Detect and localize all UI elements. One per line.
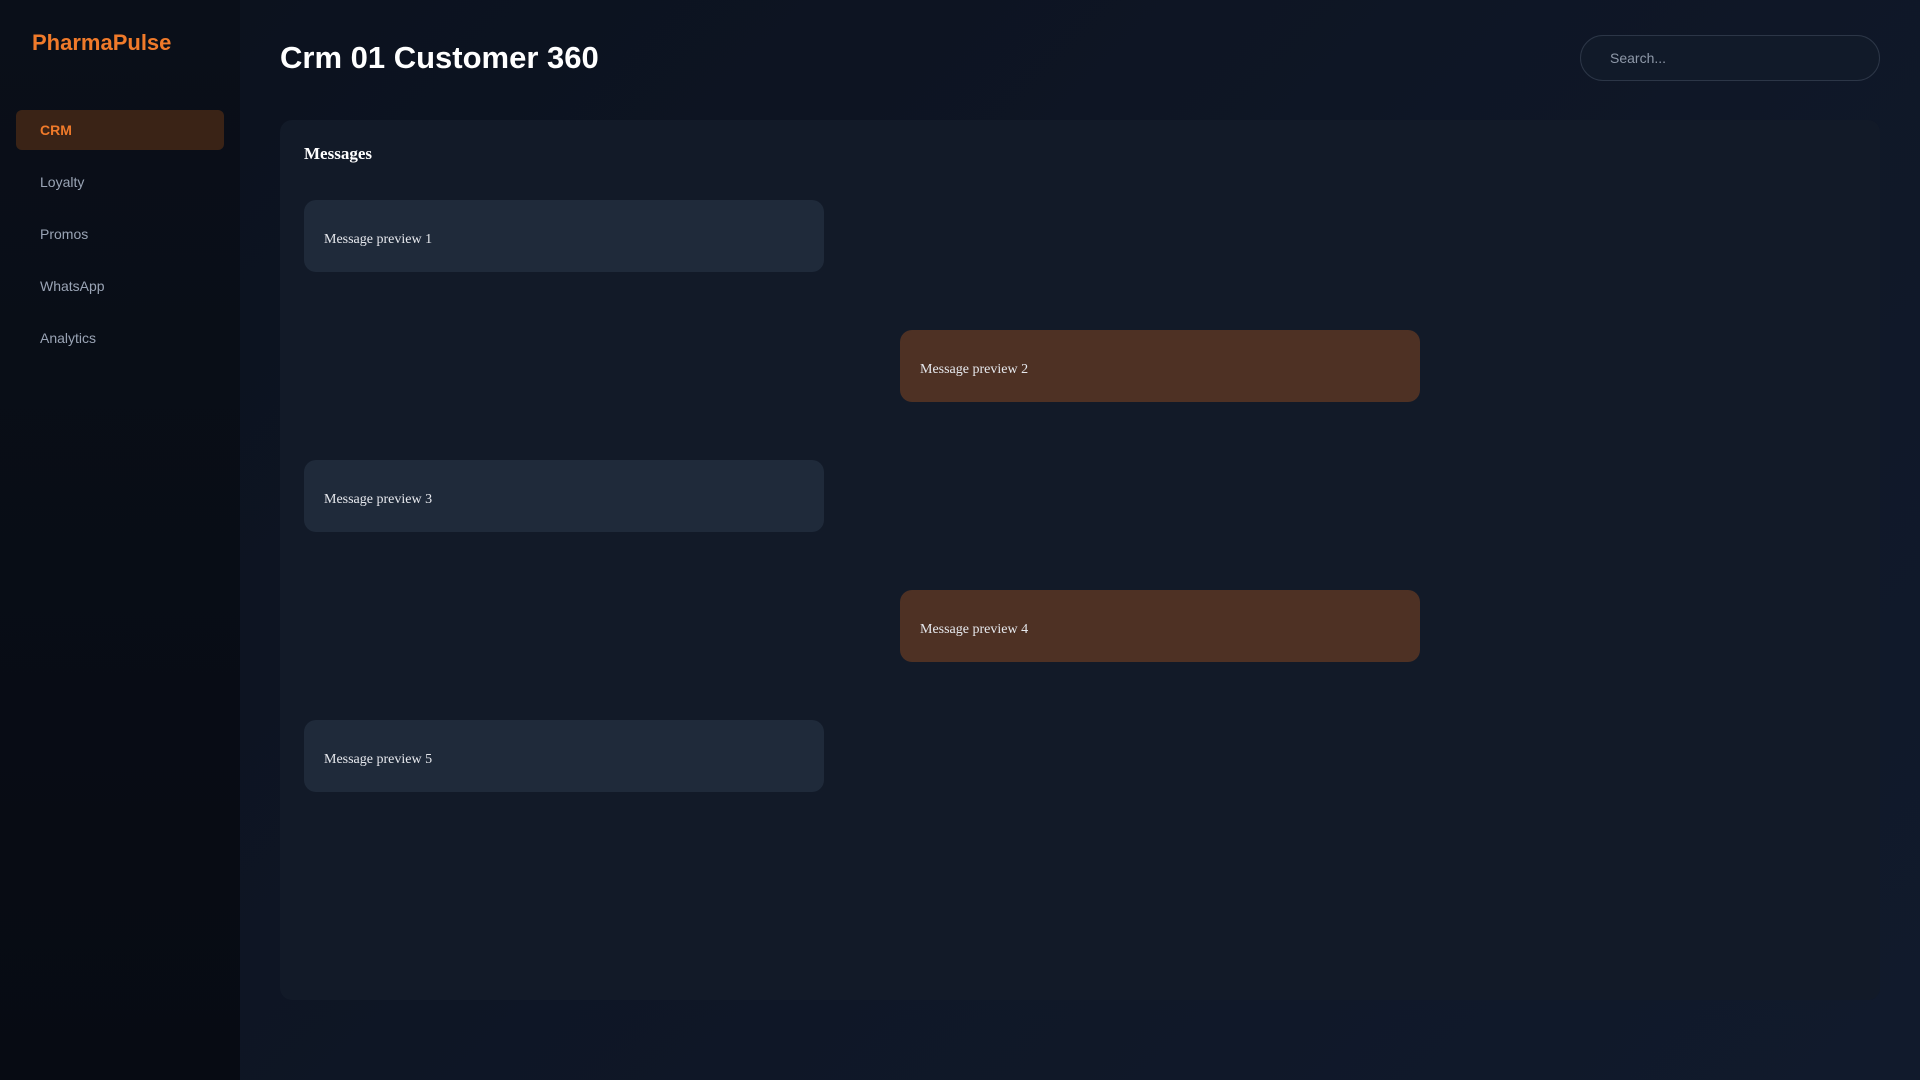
sidebar-item-label: Loyalty — [40, 174, 85, 190]
message-bubble-outgoing[interactable]: Message preview 2 — [900, 330, 1420, 402]
sidebar-item-loyalty[interactable]: Loyalty — [16, 162, 224, 202]
message-bubble-incoming[interactable]: Message preview 1 — [304, 200, 824, 272]
sidebar-item-label: WhatsApp — [40, 278, 105, 294]
sidebar-item-crm[interactable]: CRM — [16, 110, 224, 150]
message-text: Message preview 2 — [920, 362, 1029, 377]
message-bubble-outgoing[interactable]: Message preview 4 — [900, 590, 1420, 662]
sidebar-item-label: CRM — [40, 122, 72, 138]
message-text: Message preview 4 — [920, 622, 1029, 637]
message-bubble-incoming[interactable]: Message preview 3 — [304, 460, 824, 532]
sidebar-item-label: Analytics — [40, 330, 97, 346]
message-text: Message preview 1 — [324, 232, 433, 247]
sidebar: PharmaPulse CRM Loyalty Promos WhatsApp … — [0, 0, 240, 1080]
brand-logo: PharmaPulse — [32, 30, 172, 55]
sidebar-nav: CRM Loyalty Promos WhatsApp Analytics — [16, 110, 224, 370]
sidebar-item-promos[interactable]: Promos — [16, 214, 224, 254]
sidebar-item-label: Promos — [40, 226, 89, 242]
app-window: PharmaPulse CRM Loyalty Promos WhatsApp … — [0, 0, 1920, 1080]
message-text: Message preview 3 — [324, 492, 433, 507]
search-input[interactable] — [1580, 35, 1880, 81]
panel-title: Messages — [304, 144, 372, 163]
messages-panel: Messages Message preview 1 Message previ… — [280, 120, 1880, 1000]
sidebar-item-analytics[interactable]: Analytics — [16, 318, 224, 358]
sidebar-item-whatsapp[interactable]: WhatsApp — [16, 266, 224, 306]
message-text: Message preview 5 — [324, 752, 433, 767]
message-bubble-incoming[interactable]: Message preview 5 — [304, 720, 824, 792]
page-title: Crm 01 Customer 360 — [280, 40, 599, 75]
